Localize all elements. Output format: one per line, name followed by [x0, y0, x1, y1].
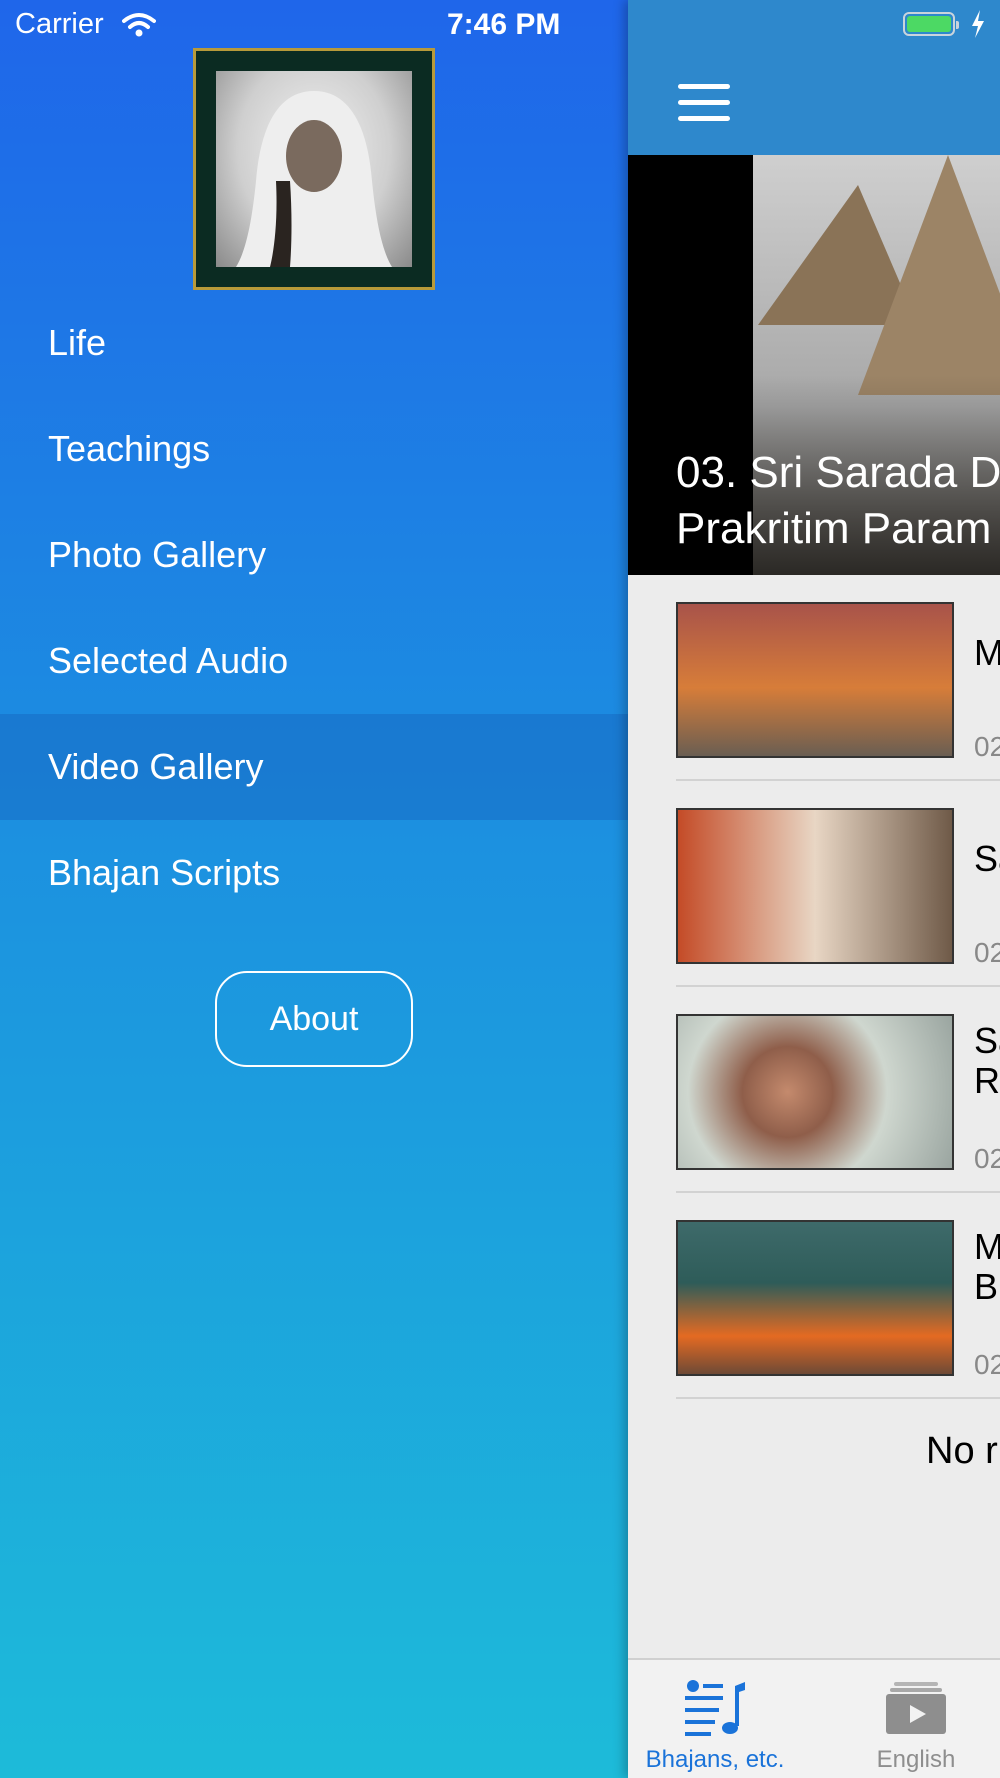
status-bar: Carrier 7:46 PM: [0, 0, 1000, 50]
wifi-icon: [122, 12, 156, 43]
menu-item-video-gallery[interactable]: Video Gallery: [0, 714, 628, 820]
video-list-item[interactable]: M Br 02: [676, 1193, 1000, 1399]
video-date: 02: [974, 937, 1000, 968]
video-title: M Br: [974, 1226, 1000, 1307]
video-list-item[interactable]: Sa Ra 02: [676, 987, 1000, 1193]
video-list-item[interactable]: M 02: [676, 575, 1000, 781]
menu-item-label: Life: [48, 322, 107, 363]
menu-item-label: Bhajan Scripts: [48, 852, 281, 893]
main-content: 03. Sri Sarada D Prakritim Param M 02 Sa…: [628, 0, 1000, 1778]
music-list-icon: [683, 1678, 747, 1738]
hamburger-menu-icon[interactable]: [678, 84, 730, 122]
video-title: M: [974, 632, 1000, 673]
video-date: 02: [974, 731, 1000, 762]
side-drawer: Life Teachings Photo Gallery Selected Au…: [0, 0, 628, 1778]
about-button[interactable]: About: [215, 971, 413, 1067]
featured-video[interactable]: 03. Sri Sarada D Prakritim Param: [628, 155, 1000, 575]
video-date: 02: [974, 1349, 1000, 1380]
video-thumbnail: [676, 808, 954, 964]
menu-item-label: Photo Gallery: [48, 534, 267, 575]
tab-bar: Bhajans, etc. English: [628, 1658, 1000, 1778]
video-list-item[interactable]: Sa 02: [676, 781, 1000, 987]
tab-english[interactable]: English: [816, 1660, 1000, 1778]
featured-title-line-1: 03. Sri Sarada D: [676, 448, 1000, 497]
portrait-image: [193, 48, 435, 290]
menu-item-life[interactable]: Life: [0, 290, 628, 396]
video-date: 02: [974, 1143, 1000, 1174]
featured-title-line-2: Prakritim Param: [676, 504, 992, 553]
hut-roof-graphic: [858, 155, 1000, 395]
tab-bhajans[interactable]: Bhajans, etc.: [628, 1660, 815, 1778]
menu-item-photo-gallery[interactable]: Photo Gallery: [0, 502, 628, 608]
menu-item-selected-audio[interactable]: Selected Audio: [0, 608, 628, 714]
clock: 7:46 PM: [447, 8, 561, 41]
menu-item-label: Teachings: [48, 428, 211, 469]
menu-item-label: Selected Audio: [48, 640, 289, 681]
video-title: Sa Ra: [974, 1020, 1000, 1101]
video-thumbnail: [676, 602, 954, 758]
no-more-label: No r: [926, 1430, 998, 1472]
tab-label: English: [876, 1746, 956, 1773]
drawer-menu: Life Teachings Photo Gallery Selected Au…: [0, 290, 628, 926]
menu-item-label: Video Gallery: [48, 746, 264, 787]
carrier-label: Carrier: [15, 8, 104, 40]
video-thumbnail: [676, 1220, 954, 1376]
video-title: Sa: [974, 838, 1000, 879]
featured-video-title: 03. Sri Sarada D Prakritim Param: [676, 445, 1000, 557]
menu-item-bhajan-scripts[interactable]: Bhajan Scripts: [0, 820, 628, 926]
menu-item-teachings[interactable]: Teachings: [0, 396, 628, 502]
battery-icon: [903, 12, 959, 36]
video-list: M 02 Sa 02 Sa Ra 02 M Br 02: [676, 575, 1000, 1399]
charging-icon: [970, 10, 986, 43]
video-play-icon: [884, 1678, 948, 1738]
tab-label: Bhajans, etc.: [645, 1746, 785, 1773]
video-thumbnail: [676, 1014, 954, 1170]
